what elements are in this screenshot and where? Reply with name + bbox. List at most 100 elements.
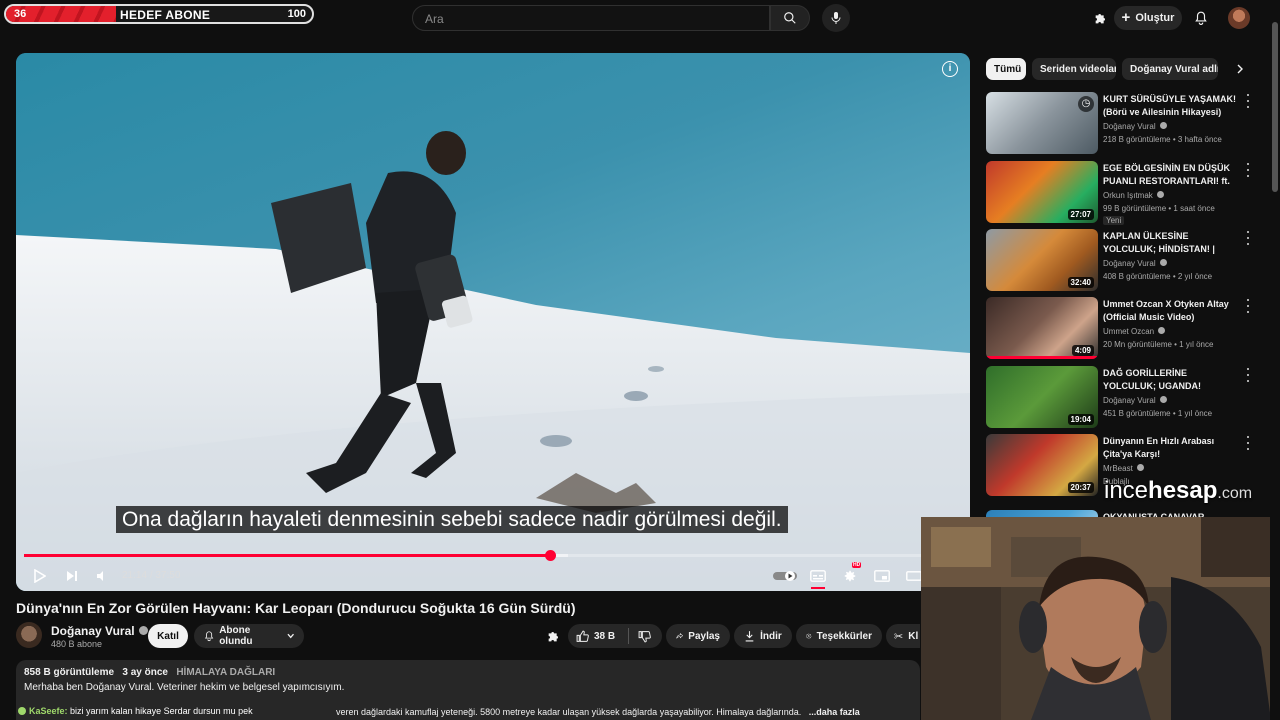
recommendation-channel-name[interactable]: Doğanay Vural bbox=[1103, 259, 1156, 268]
more-options-button[interactable] bbox=[1244, 94, 1252, 108]
more-options-button[interactable] bbox=[1244, 368, 1252, 382]
progress-bar[interactable] bbox=[24, 550, 962, 561]
duration-badge: 27:07 bbox=[1067, 209, 1094, 220]
recommendation-title[interactable]: KURT SÜRÜSÜYLE YAŞAMAK! (Börü ve Ailesin… bbox=[1103, 93, 1239, 119]
video-player[interactable]: i Ona dağların hayaleti denmesinin sebeb… bbox=[16, 53, 970, 591]
goal-target: 100 bbox=[287, 8, 306, 20]
create-button[interactable]: + Oluştur bbox=[1114, 6, 1182, 30]
show-more-link[interactable]: ...daha fazla bbox=[809, 707, 860, 717]
voice-search-button[interactable] bbox=[822, 4, 850, 32]
chip-all[interactable]: Tümü bbox=[986, 58, 1026, 80]
play-button[interactable] bbox=[30, 565, 50, 587]
recommendation-title[interactable]: Dünyanın En Hızlı Arabası Çita'ya Karşı! bbox=[1103, 435, 1239, 461]
clip-button[interactable]: ✂ Kl bbox=[886, 624, 920, 648]
recommendation-item[interactable]: 27:07 EGE BÖLGESİNİN EN DÜŞÜK PUANLI REST… bbox=[986, 161, 1256, 225]
kebab-dot bbox=[1247, 231, 1249, 233]
recommendation-channel-name[interactable]: Orkun Işıtmak bbox=[1103, 191, 1153, 200]
thanks-label: Teşekkürler bbox=[816, 630, 872, 642]
channel-avatar[interactable] bbox=[16, 622, 42, 648]
video-thumbnail[interactable]: 27:07 bbox=[986, 161, 1098, 223]
video-thumbnail[interactable]: 4:09 bbox=[986, 297, 1098, 359]
chips-next-button[interactable] bbox=[1232, 61, 1248, 77]
play-icon bbox=[34, 569, 46, 583]
subscribed-button[interactable]: Abone olundu bbox=[194, 624, 304, 648]
chip-series[interactable]: Seriden videolar bbox=[1032, 58, 1116, 80]
kebab-dot bbox=[1247, 305, 1249, 307]
recommendation-channel[interactable]: Doğanay Vural bbox=[1103, 396, 1167, 405]
watermark-part-3: .com bbox=[1217, 485, 1253, 502]
video-thumbnail[interactable]: 32:40 bbox=[986, 229, 1098, 291]
recommendation-item[interactable]: 19:04 DAĞ GORİLLERİNE YOLCULUK; UGANDA! Do… bbox=[986, 366, 1256, 430]
recommendation-channel-name[interactable]: Doğanay Vural bbox=[1103, 122, 1156, 131]
share-button[interactable]: Paylaş bbox=[666, 624, 730, 648]
recommendation-title[interactable]: EGE BÖLGESİNİN EN DÜŞÜK PUANLI RESTORANT… bbox=[1103, 162, 1239, 188]
autoplay-toggle[interactable] bbox=[772, 565, 798, 587]
miniplayer-button[interactable] bbox=[872, 565, 892, 587]
recommendation-meta: 99 B görüntüleme • 1 saat önce bbox=[1103, 204, 1215, 213]
recommendation-title[interactable]: Ummet Ozcan X Otyken Altay (Official Mus… bbox=[1103, 298, 1239, 324]
streamer-webcam bbox=[921, 517, 1280, 720]
theater-icon bbox=[906, 571, 922, 581]
recommendation-item[interactable]: 4:09 Ummet Ozcan X Otyken Altay (Official… bbox=[986, 297, 1256, 361]
recommendation-meta: 408 B görüntüleme • 2 yıl önce bbox=[1103, 272, 1213, 281]
clip-label: Kl bbox=[908, 630, 919, 642]
recommendation-channel[interactable]: Orkun Işıtmak bbox=[1103, 191, 1164, 200]
more-options-button[interactable] bbox=[1244, 436, 1252, 450]
verified-badge-icon bbox=[1136, 464, 1144, 471]
search-button[interactable] bbox=[770, 5, 810, 31]
thanks-button[interactable]: $ Teşekkürler bbox=[796, 624, 882, 648]
recommendation-channel-name[interactable]: Doğanay Vural bbox=[1103, 396, 1156, 405]
thumbs-up-icon[interactable] bbox=[576, 630, 589, 643]
chip-label: Seriden videolar bbox=[1040, 63, 1116, 75]
info-icon[interactable]: i bbox=[942, 61, 958, 77]
duration-badge: 32:40 bbox=[1067, 277, 1094, 288]
thanks-icon: $ bbox=[806, 633, 812, 639]
watched-progress bbox=[986, 356, 1098, 359]
chip-channel[interactable]: Doğanay Vural adlı yü bbox=[1122, 58, 1218, 80]
extension-button[interactable] bbox=[1090, 7, 1112, 29]
video-thumbnail[interactable]: 20:37 bbox=[986, 434, 1098, 496]
extension-action-icon[interactable] bbox=[546, 628, 564, 646]
page-scrollbar[interactable] bbox=[1270, 0, 1280, 720]
like-count[interactable]: 38 B bbox=[594, 631, 615, 642]
recommendation-title[interactable]: DAĞ GORİLLERİNE YOLCULUK; UGANDA! bbox=[1103, 367, 1239, 393]
video-title: Dünya'nın En Zor Görülen Hayvanı: Kar Le… bbox=[16, 600, 576, 616]
chevron-down-icon bbox=[287, 633, 294, 639]
skip-next-icon bbox=[67, 571, 77, 581]
next-button[interactable] bbox=[62, 565, 82, 587]
recommendation-item[interactable]: 32:40 KAPLAN ÜLKESİNE YOLCULUK; HİNDİSTAN… bbox=[986, 229, 1256, 293]
volume-button[interactable] bbox=[92, 565, 112, 587]
kebab-dot bbox=[1247, 442, 1249, 444]
more-options-button[interactable] bbox=[1244, 299, 1252, 313]
search-input[interactable] bbox=[413, 6, 769, 32]
thumbs-down-icon[interactable] bbox=[638, 630, 651, 643]
account-avatar[interactable] bbox=[1228, 7, 1250, 29]
join-button[interactable]: Katıl bbox=[148, 624, 188, 648]
settings-button[interactable]: HD bbox=[840, 562, 862, 587]
recommendation-channel-name[interactable]: MrBeast bbox=[1103, 464, 1133, 473]
video-thumbnail[interactable]: ◷ bbox=[986, 92, 1098, 154]
time-total: 37:50 bbox=[155, 570, 181, 581]
recommendation-title[interactable]: KAPLAN ÜLKESİNE YOLCULUK; HİNDİSTAN! | "… bbox=[1103, 230, 1239, 256]
channel-name[interactable]: Doğanay Vural bbox=[51, 624, 135, 638]
recommendation-channel[interactable]: Ummet Ozcan bbox=[1103, 327, 1166, 336]
recommendation-channel[interactable]: Doğanay Vural bbox=[1103, 122, 1167, 131]
download-button[interactable]: İndir bbox=[734, 624, 792, 648]
more-options-button[interactable] bbox=[1244, 231, 1252, 245]
channel-name-wrap[interactable]: Doğanay Vural bbox=[51, 624, 148, 638]
time-current: 21:14 bbox=[122, 570, 148, 581]
watch-later-icon[interactable]: ◷ bbox=[1078, 96, 1094, 112]
recommendation-channel[interactable]: MrBeast bbox=[1103, 464, 1144, 473]
kebab-dot bbox=[1247, 380, 1249, 382]
description-hashtag[interactable]: HİMALAYA DAĞLARI bbox=[176, 667, 275, 678]
recommendation-channel-name[interactable]: Ummet Ozcan bbox=[1103, 327, 1154, 336]
notifications-button[interactable] bbox=[1190, 7, 1212, 29]
share-icon bbox=[676, 632, 684, 639]
recommendation-channel[interactable]: Doğanay Vural bbox=[1103, 259, 1167, 268]
captions-button[interactable] bbox=[808, 565, 828, 589]
scrollbar-thumb[interactable] bbox=[1272, 22, 1278, 192]
recommendation-item[interactable]: ◷ KURT SÜRÜSÜYLE YAŞAMAK! (Börü ve Ailesi… bbox=[986, 92, 1256, 156]
more-options-button[interactable] bbox=[1244, 163, 1252, 177]
video-thumbnail[interactable]: 19:04 bbox=[986, 366, 1098, 428]
description-meta: 858 B görüntüleme 3 ay önce HİMALAYA DAĞ… bbox=[24, 667, 912, 678]
